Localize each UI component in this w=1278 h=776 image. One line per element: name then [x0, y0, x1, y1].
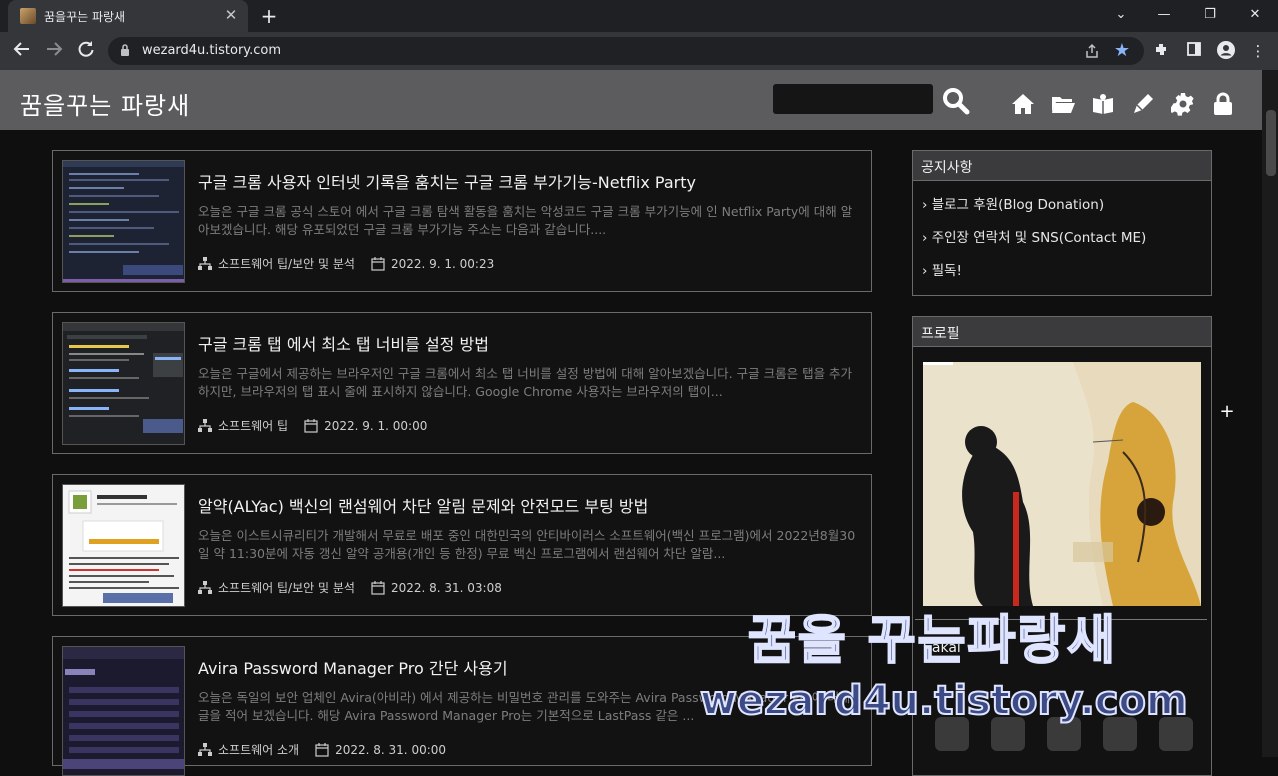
post-category[interactable]: 소프트웨어 팁/보안 및 분석 [218, 255, 355, 272]
post-title[interactable]: 구글 크롬 사용자 인터넷 기록을 훔치는 구글 크롬 부가기능-Netflix… [198, 169, 696, 193]
url-text[interactable]: wezard4u.tistory.com [142, 43, 281, 58]
profile-widget-title: 프로필 [913, 317, 1211, 347]
bookmark-star-icon[interactable]: ★ [1114, 40, 1130, 61]
minimize-button[interactable]: — [1141, 0, 1187, 32]
notice-item[interactable]: › 주인장 연락처 및 SNS(Contact ME) [913, 222, 1211, 255]
post-excerpt: 오늘은 구글에서 제공하는 브라우저인 구글 크롬에서 최소 탭 너비를 설정 … [198, 366, 853, 399]
blog-title[interactable]: 꿈을꾸는 파랑새 [20, 86, 190, 121]
search-input[interactable] [773, 84, 933, 114]
tab-search-chevron-icon[interactable]: ⌄ [1098, 0, 1144, 32]
close-window-button[interactable]: ✕ [1232, 0, 1278, 32]
plus-icon[interactable]: + [1219, 403, 1235, 421]
lock-icon [121, 44, 129, 56]
post-meta: 소프트웨어 소개 2022. 8. 31. 00:00 [198, 741, 446, 758]
blog-header: 꿈을꾸는 파랑새 [0, 70, 1262, 130]
post-category[interactable]: 소프트웨어 팁 [218, 417, 288, 434]
share-icon[interactable] [1084, 43, 1100, 59]
calendar-icon [371, 580, 385, 595]
post-excerpt: 오늘은 구글 크롬 공식 스토어 에서 구글 크롬 탐색 활동을 훔치는 악성코… [198, 204, 853, 237]
reload-button[interactable] [74, 40, 98, 62]
browser-tab[interactable]: 꿈을꾸는 파랑새 ✕ [8, 0, 248, 32]
post-card[interactable]: 구글 크롬 탭 에서 최소 탭 너비를 설정 방법 오늘은 구글에서 제공하는 … [52, 312, 872, 454]
notice-item[interactable]: › 블로그 후원(Blog Donation) [913, 189, 1211, 222]
post-date: 2022. 8. 31. 00:00 [335, 742, 447, 757]
post-category[interactable]: 소프트웨어 소개 [218, 741, 299, 758]
forward-button[interactable] [42, 40, 66, 62]
post-title[interactable]: Avira Password Manager Pro 간단 사용기 [198, 655, 508, 679]
calendar-icon [304, 418, 318, 433]
profile-image [923, 362, 1201, 606]
browser-menu-icon[interactable]: ⋮ [1248, 41, 1268, 61]
notice-widget-title: 공지사항 [913, 151, 1211, 181]
reload-icon [78, 41, 94, 57]
post-meta: 소프트웨어 팁/보안 및 분석 2022. 9. 1. 00:23 [198, 255, 494, 272]
site-favicon-icon [20, 8, 36, 24]
post-meta: 소프트웨어 팁/보안 및 분석 2022. 8. 31. 03:08 [198, 579, 502, 596]
address-bar: wezard4u.tistory.com ★ ⋮ [0, 32, 1278, 70]
calendar-icon [371, 256, 385, 271]
scrollbar-thumb[interactable] [1266, 110, 1276, 176]
post-thumbnail[interactable] [62, 322, 185, 445]
notice-item[interactable]: › 필독! [913, 255, 1211, 288]
post-card[interactable]: 알약(ALYac) 백신의 랜섬웨어 차단 알림 문제와 안전모드 부팅 방법 … [52, 474, 872, 616]
browser-tab-bar: 꿈을꾸는 파랑새 ✕ + ⌄ — ❐ ✕ [0, 0, 1278, 32]
lock-icon[interactable] [1211, 92, 1235, 116]
guestbook-icon[interactable] [1091, 92, 1115, 116]
back-button[interactable] [10, 40, 34, 62]
notice-widget: 공지사항 › 블로그 후원(Blog Donation) › 주인장 연락처 및… [912, 150, 1212, 296]
home-icon[interactable] [1011, 92, 1035, 116]
post-category[interactable]: 소프트웨어 팁/보안 및 분석 [218, 579, 355, 596]
write-icon[interactable] [1131, 92, 1155, 116]
watermark-title: 꿈을 꾸는파랑새 [747, 610, 1117, 672]
post-meta: 소프트웨어 팁 2022. 9. 1. 00:00 [198, 417, 427, 434]
folder-icon[interactable] [1051, 92, 1075, 116]
extensions-icon[interactable] [1152, 41, 1172, 61]
maximize-button[interactable]: ❐ [1187, 0, 1233, 32]
post-thumbnail[interactable] [62, 160, 185, 283]
category-icon [198, 580, 212, 594]
post-date: 2022. 8. 31. 03:08 [390, 580, 502, 595]
post-date: 2022. 9. 1. 00:23 [390, 256, 495, 271]
back-arrow-icon [13, 42, 29, 56]
close-tab-icon[interactable]: ✕ [222, 6, 240, 24]
category-icon [198, 418, 212, 432]
post-title[interactable]: 알약(ALYac) 백신의 랜섬웨어 차단 알림 문제와 안전모드 부팅 방법 [198, 493, 648, 517]
settings-icon[interactable] [1171, 92, 1195, 116]
new-tab-button[interactable]: + [258, 5, 280, 27]
post-card[interactable]: 구글 크롬 사용자 인터넷 기록을 훔치는 구글 크롬 부가기능-Netflix… [52, 150, 872, 292]
side-panel-icon[interactable] [1184, 41, 1204, 61]
category-icon [198, 256, 212, 270]
search-icon[interactable] [942, 87, 970, 115]
post-excerpt: 오늘은 이스트시큐리티가 개발해서 무료로 배포 중인 대한민국의 안티바이러스… [198, 528, 856, 561]
post-date: 2022. 9. 1. 00:00 [324, 418, 428, 433]
post-thumbnail[interactable] [62, 484, 185, 607]
forward-arrow-icon [47, 42, 63, 56]
post-title[interactable]: 구글 크롬 탭 에서 최소 탭 너비를 설정 방법 [198, 331, 489, 355]
omnibox[interactable]: wezard4u.tistory.com ★ [108, 37, 1144, 65]
profile-icon[interactable] [1216, 41, 1236, 61]
calendar-icon [315, 742, 329, 757]
watermark-url: wezard4u.tistory.com [699, 677, 1189, 725]
tab-title: 꿈을꾸는 파랑새 [44, 10, 126, 24]
category-icon [198, 742, 212, 756]
